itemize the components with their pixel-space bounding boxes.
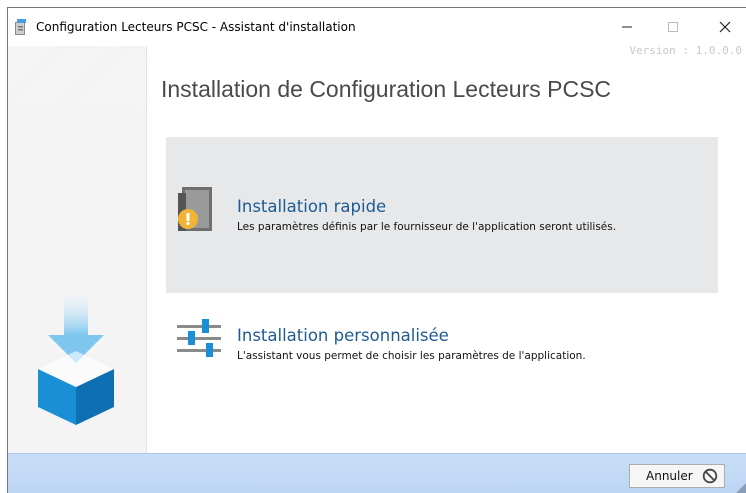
minimize-button[interactable] <box>607 8 647 46</box>
page-title: Installation de Configuration Lecteurs P… <box>161 76 612 102</box>
sidebar-panel <box>8 46 147 453</box>
quick-install-icon <box>178 187 212 231</box>
minimize-icon <box>622 26 632 28</box>
footer-bar: Annuler <box>8 453 746 493</box>
installer-app-icon <box>15 19 26 35</box>
sidebar-pattern <box>8 46 146 106</box>
sliders-icon <box>177 319 221 357</box>
cancel-label: Annuler <box>646 469 693 483</box>
title-bar: Configuration Lecteurs PCSC - Assistant … <box>8 8 746 46</box>
install-box-arrow-icon <box>38 285 114 425</box>
custom-install-description: L'assistant vous permet de choisir les p… <box>237 350 586 362</box>
quick-install-description: Les paramètres définis par le fournisseu… <box>237 221 617 233</box>
maximize-button[interactable] <box>653 8 693 46</box>
maximize-icon <box>668 22 678 32</box>
installer-window: Configuration Lecteurs PCSC - Assistant … <box>7 7 746 493</box>
custom-install-option[interactable]: Installation personnalisée L'assistant v… <box>166 293 718 413</box>
resize-grip[interactable] <box>734 483 746 493</box>
version-label: Version : 1.0.0.0 <box>629 44 742 57</box>
close-button[interactable] <box>705 8 745 46</box>
quick-install-title: Installation rapide <box>237 197 387 216</box>
cancel-button[interactable]: Annuler <box>629 464 725 488</box>
quick-install-option[interactable]: Installation rapide Les paramètres défin… <box>166 137 718 293</box>
prohibited-icon <box>702 468 718 484</box>
close-icon <box>719 21 731 33</box>
custom-install-title: Installation personnalisée <box>237 326 449 345</box>
window-title: Configuration Lecteurs PCSC - Assistant … <box>36 20 356 34</box>
